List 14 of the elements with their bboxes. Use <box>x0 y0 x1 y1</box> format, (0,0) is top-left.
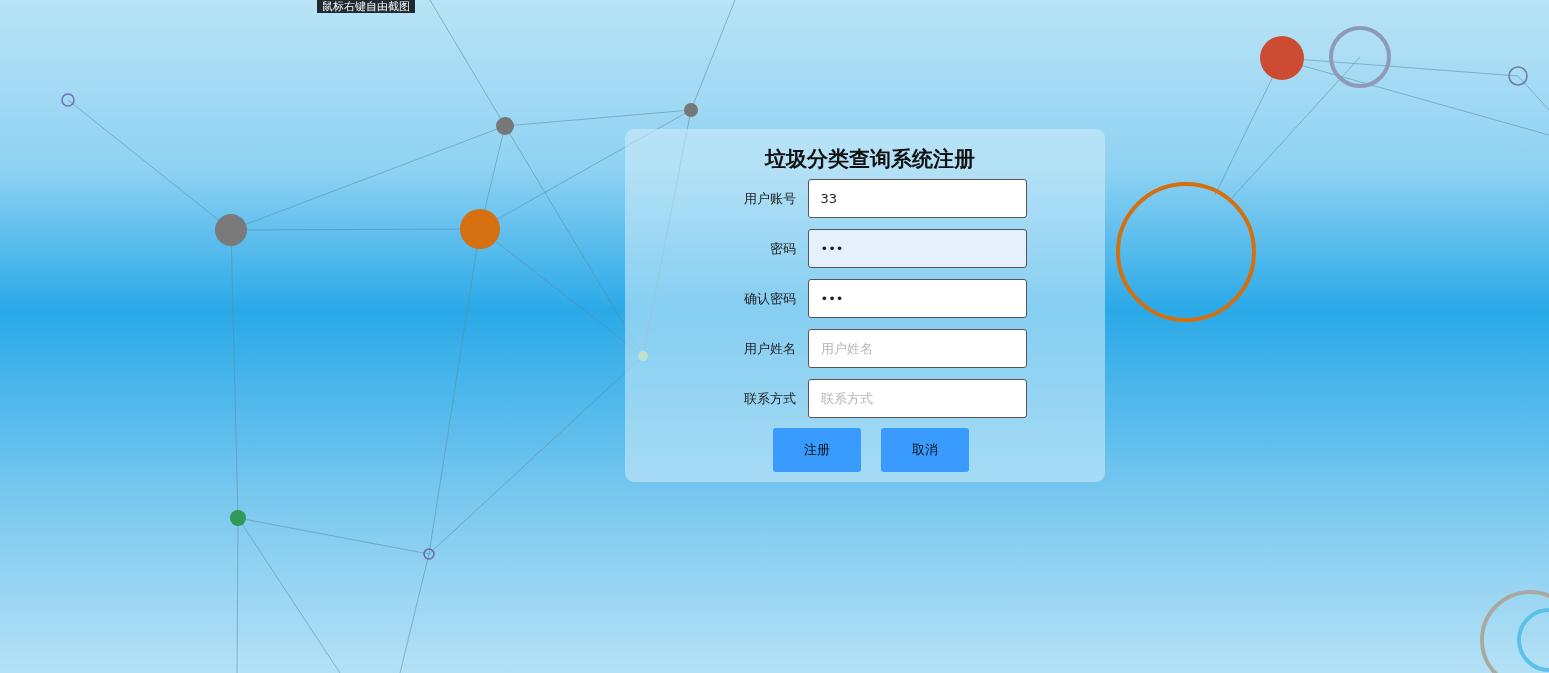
field-label: 确认密码 <box>742 289 796 308</box>
input-field[interactable]: 用户姓名 <box>807 329 1027 368</box>
input-field[interactable]: 33 <box>807 179 1027 218</box>
input-field[interactable]: ••• <box>807 229 1027 268</box>
tooltip: 鼠标右键自由截图 <box>317 0 415 13</box>
field-label: 用户账号 <box>742 189 796 208</box>
field-label: 用户姓名 <box>742 339 796 358</box>
cancel-button[interactable]: 取消 <box>881 428 969 472</box>
field-label: 密码 <box>768 239 796 258</box>
input-field[interactable]: 联系方式 <box>807 379 1027 418</box>
input-field[interactable]: ••• <box>807 279 1027 318</box>
register-button[interactable]: 注册 <box>773 428 861 472</box>
field-label: 联系方式 <box>742 389 796 408</box>
form-title: 垃圾分类查询系统注册 <box>763 146 975 172</box>
